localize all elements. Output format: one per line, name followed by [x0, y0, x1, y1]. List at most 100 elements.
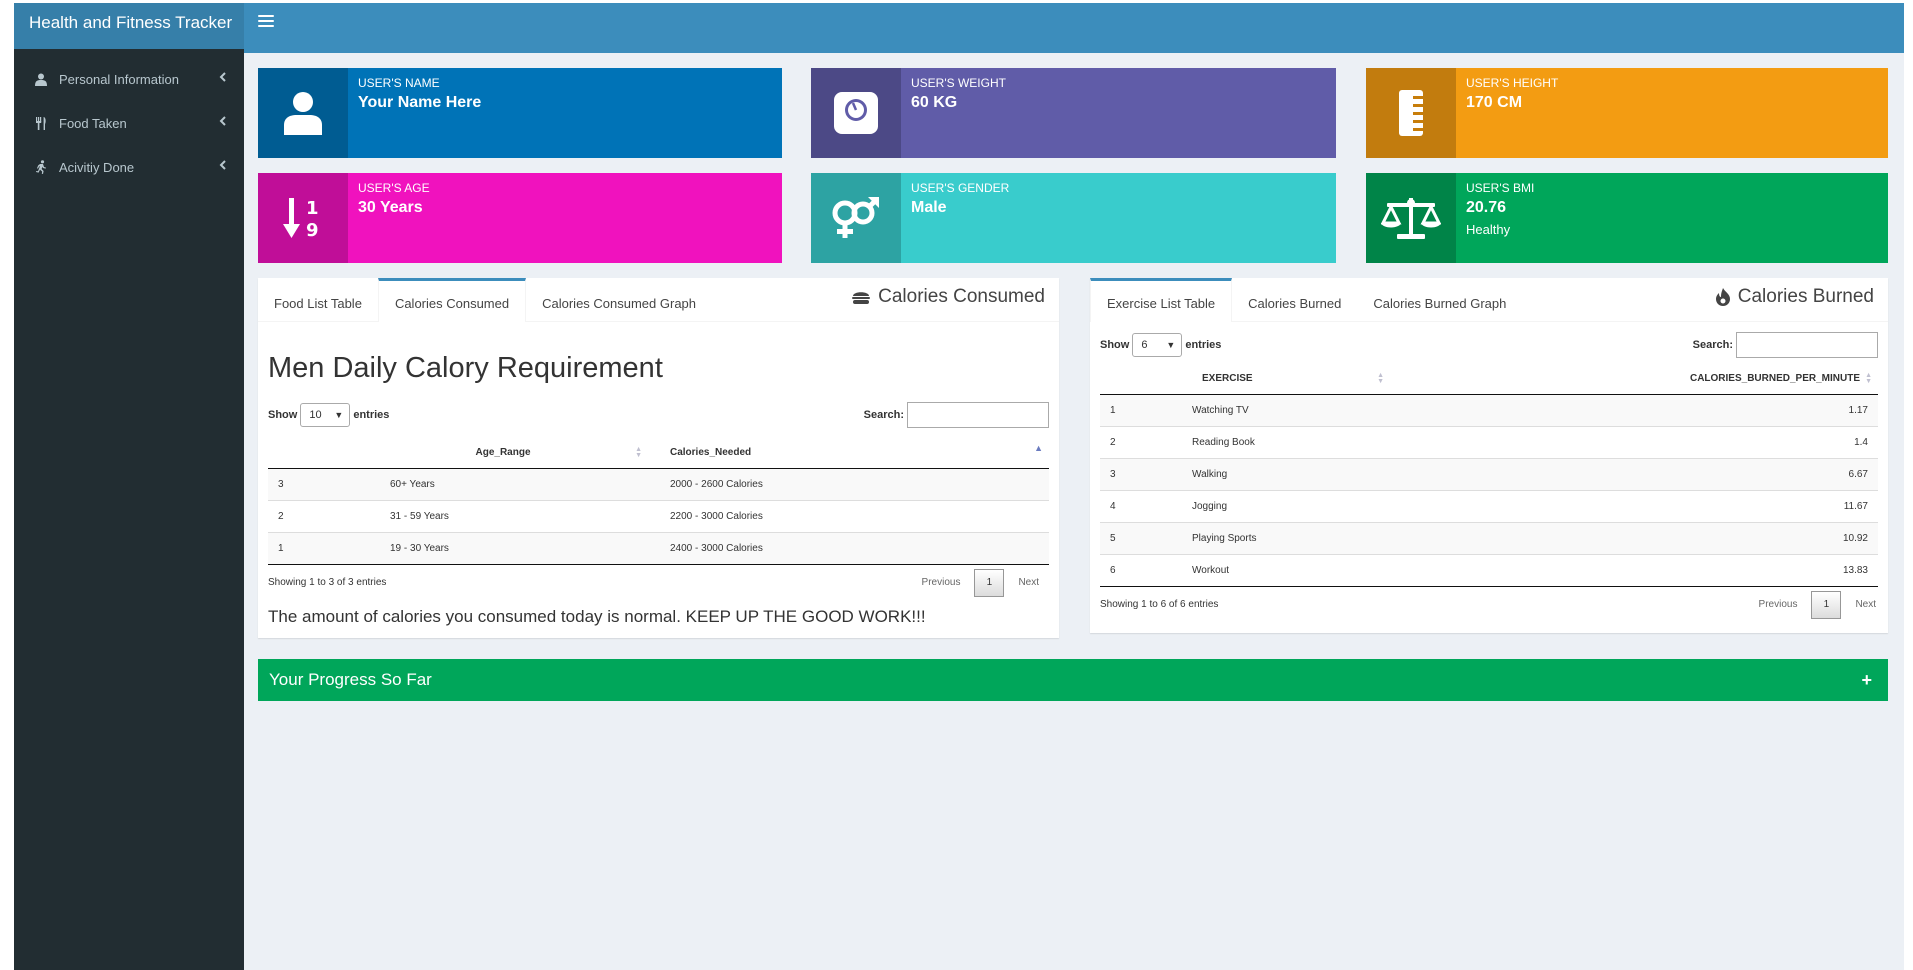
card-label: USER'S AGE: [358, 181, 430, 195]
page-size-select[interactable]: 10 ▼: [300, 403, 351, 427]
table-cell: Jogging: [1180, 489, 1390, 522]
calories-burned-box: Exercise List Table Calories Burned Calo…: [1090, 278, 1888, 633]
search-input[interactable]: [907, 402, 1049, 428]
sidebar-item-label: Food Taken: [59, 115, 127, 131]
tab-calories-burned[interactable]: Calories Burned: [1232, 278, 1357, 322]
pagination: Previous 1 Next: [922, 568, 1039, 597]
table-cell: 11.67: [1390, 489, 1878, 522]
page-1-button[interactable]: 1: [974, 568, 1005, 597]
running-icon: [31, 160, 51, 174]
gender-icon: [811, 173, 901, 263]
chevron-left-icon: [219, 71, 226, 85]
previous-page-button[interactable]: Previous: [1759, 599, 1798, 610]
box-header: Calories Consumed: [852, 286, 1045, 308]
tab-bar: Exercise List Table Calories Burned Calo…: [1090, 278, 1888, 322]
table-cell: 10.92: [1390, 521, 1878, 554]
table-cell: 4: [1100, 489, 1180, 522]
card-subtext: Healthy: [1466, 222, 1511, 237]
table-row: 1 19 - 30 Years 2400 - 3000 Calories: [268, 531, 1049, 565]
app-title[interactable]: Health and Fitness Tracker: [14, 3, 244, 49]
info-box-gender: USER'S GENDER Male: [811, 173, 1336, 263]
show-label: Show: [1100, 339, 1130, 351]
expand-plus-icon[interactable]: +: [1861, 659, 1872, 701]
column-header-age-range[interactable]: Age_Range ▲ ▼: [358, 438, 648, 469]
tab-calories-consumed-graph[interactable]: Calories Consumed Graph: [526, 278, 712, 322]
chevron-left-icon: [219, 159, 226, 173]
table-row: 4 Jogging 11.67: [1100, 489, 1878, 522]
sort-icon: ▲ ▼: [1377, 372, 1384, 385]
table-cell: 1.17: [1390, 393, 1878, 426]
exercise-table: EXERCISE ▲ ▼ CALORIES_BURNED_PER_MINUTE ▲…: [1100, 364, 1878, 587]
table-row: 3 60+ Years 2000 - 2600 Calories: [268, 467, 1049, 500]
table-row: 6 Workout 13.83: [1100, 553, 1878, 587]
sidebar-item-label: Acivitiy Done: [59, 159, 135, 175]
table-cell: 6.67: [1390, 457, 1878, 490]
column-header-label: Age_Range: [475, 447, 531, 459]
table-row: 2 31 - 59 Years 2200 - 3000 Calories: [268, 499, 1049, 532]
info-box-weight: USER'S WEIGHT 60 KG: [811, 68, 1336, 158]
table-cell: Walking: [1180, 457, 1390, 490]
column-header-label: Calories_Needed: [670, 447, 752, 459]
next-page-button[interactable]: Next: [1018, 577, 1039, 588]
column-header-calories-burned[interactable]: CALORIES_BURNED_PER_MINUTE ▲ ▼: [1390, 364, 1878, 395]
sidebar-toggle-icon[interactable]: [258, 15, 274, 31]
caret-down-icon: ▼: [1166, 340, 1176, 350]
table-cell: 2200 - 3000 Calories: [648, 499, 1049, 532]
right-margin: [1904, 0, 1913, 970]
card-value: 170 CM: [1466, 94, 1523, 111]
table-cell: 1: [1100, 393, 1180, 426]
column-header-label: EXERCISE: [1202, 373, 1253, 385]
tab-exercise-list-table[interactable]: Exercise List Table: [1090, 278, 1233, 322]
table-info: Showing 1 to 3 of 3 entries: [268, 577, 387, 588]
table-cell: Watching TV: [1180, 393, 1390, 426]
table-cell: 31 - 59 Years: [358, 499, 648, 532]
page-size-select[interactable]: 6 ▼: [1132, 333, 1183, 357]
info-box-bmi: USER'S BMI 20.76 Healthy: [1366, 173, 1888, 263]
sidebar-item-food-taken[interactable]: Food Taken: [14, 101, 244, 145]
card-label: USER'S NAME: [358, 76, 440, 90]
column-header-index: [268, 438, 358, 469]
info-box-age: 19 USER'S AGE 30 Years: [258, 173, 782, 263]
card-value: 20.76: [1466, 199, 1507, 216]
table-cell: 2400 - 3000 Calories: [648, 531, 1049, 565]
top-navbar: [244, 3, 1904, 53]
progress-box-header[interactable]: Your Progress So Far +: [258, 659, 1888, 701]
sidebar: Health and Fitness Tracker Personal Info…: [14, 3, 244, 970]
next-page-button[interactable]: Next: [1855, 599, 1876, 610]
table-controls: Show 10 ▼ entries Search:: [268, 402, 1049, 428]
search-label: Search:: [863, 409, 904, 421]
show-label: Show: [268, 409, 298, 421]
page-1-button[interactable]: 1: [1811, 590, 1842, 619]
tab-calories-consumed[interactable]: Calories Consumed: [377, 278, 527, 322]
calorie-status-message: The amount of calories you consumed toda…: [268, 606, 926, 626]
entries-label: entries: [1185, 339, 1222, 351]
tab-calories-burned-graph[interactable]: Calories Burned Graph: [1357, 278, 1522, 322]
svg-text:1: 1: [306, 198, 319, 219]
table-cell: Reading Book: [1180, 425, 1390, 458]
table-cell: 3: [1100, 457, 1180, 490]
column-header-calories-needed[interactable]: Calories_Needed ▲: [648, 438, 1049, 469]
table-cell: 1.4: [1390, 425, 1878, 458]
card-value: 30 Years: [358, 199, 423, 216]
card-label: USER'S HEIGHT: [1466, 76, 1559, 90]
column-header-exercise[interactable]: EXERCISE ▲ ▼: [1180, 364, 1390, 395]
box-header: Calories Burned: [1715, 286, 1874, 308]
table-row: 3 Walking 6.67: [1100, 457, 1878, 490]
card-label: USER'S WEIGHT: [911, 76, 1006, 90]
sidebar-item-personal-information[interactable]: Personal Information: [14, 57, 244, 101]
table-footer: Showing 1 to 3 of 3 entries Previous 1 N…: [268, 568, 1049, 597]
balance-scale-icon: [1366, 173, 1456, 263]
search-input[interactable]: [1736, 332, 1878, 358]
tab-food-list-table[interactable]: Food List Table: [258, 278, 378, 322]
ruler-icon: [1366, 68, 1456, 158]
sidebar-item-activity-done[interactable]: Acivitiy Done: [14, 145, 244, 189]
table-footer: Showing 1 to 6 of 6 entries Previous 1 N…: [1100, 590, 1878, 619]
previous-page-button[interactable]: Previous: [922, 577, 961, 588]
table-cell: Workout: [1180, 553, 1390, 587]
table-row: 2 Reading Book 1.4: [1100, 425, 1878, 458]
tab-bar: Food List Table Calories Consumed Calori…: [258, 278, 1059, 322]
card-value: Male: [911, 199, 947, 216]
sort-numeric-icon: 19: [258, 173, 348, 263]
sort-icon: ▲ ▼: [635, 446, 642, 459]
table-cell: 1: [268, 531, 358, 565]
